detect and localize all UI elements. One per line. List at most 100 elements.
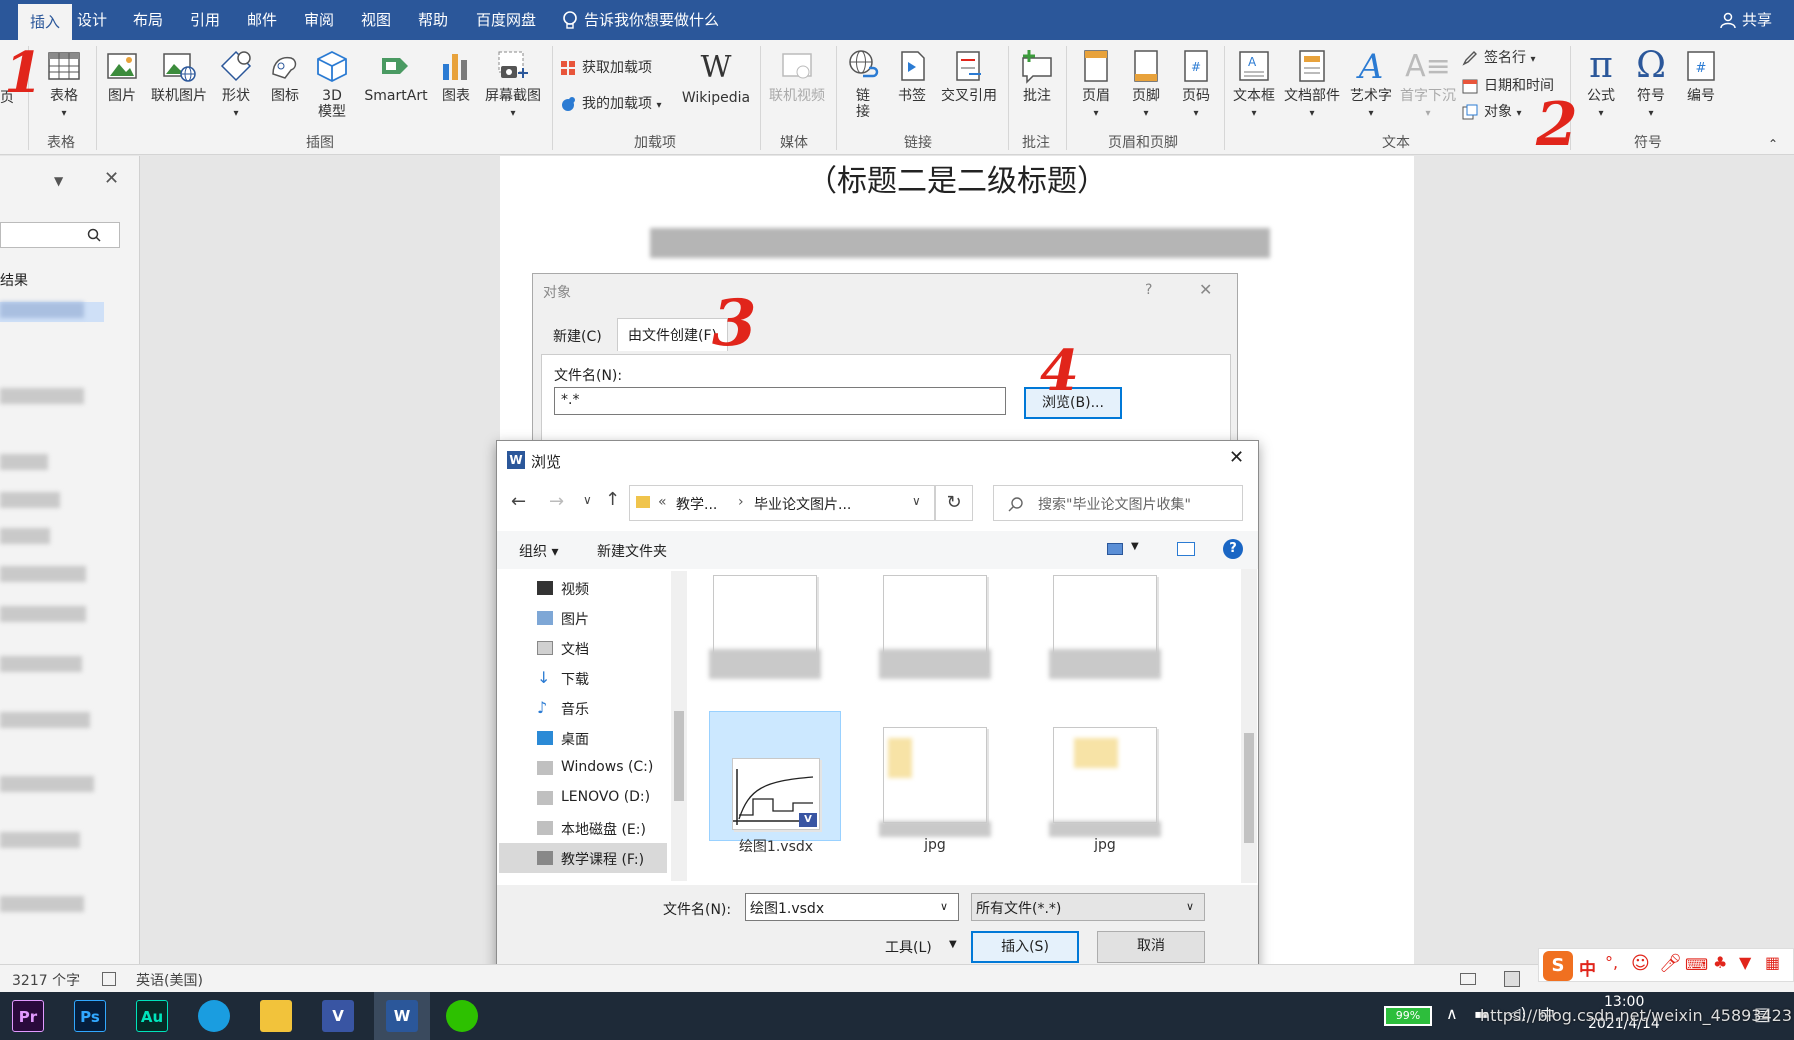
nav-search-input[interactable] [0, 222, 120, 248]
shapes-button[interactable]: 形状 ▾ [214, 48, 258, 122]
get-addins-button[interactable]: 获取加载项 [560, 58, 652, 78]
ime-chinese-mode[interactable]: 中 [1579, 955, 1596, 980]
tree-item-documents[interactable]: 文档 [561, 639, 589, 659]
address-bar[interactable]: « 教学... › 毕业论文图片... ∨ [629, 485, 935, 521]
organize-button[interactable]: 组织 ▾ [519, 541, 558, 561]
browse-close-button[interactable]: ✕ [1229, 447, 1244, 468]
taskbar-edge-icon[interactable] [198, 1000, 230, 1032]
refresh-icon[interactable]: ↻ [935, 485, 973, 521]
online-video-button[interactable]: 联机视频 [764, 48, 830, 104]
3d-models-button[interactable]: 3D 模型 [312, 48, 352, 120]
forward-arrow-icon[interactable]: → [549, 491, 564, 512]
file-item[interactable]: jpg [1039, 711, 1171, 853]
file-type-chevron-down-icon[interactable]: ∨ [1186, 900, 1194, 913]
header-button[interactable]: 页眉 ▾ [1076, 48, 1116, 122]
screenshot-button[interactable]: 屏幕截图 ▾ [480, 48, 546, 122]
tree-item-desktop[interactable]: 桌面 [561, 729, 589, 749]
bookmark-button[interactable]: 书签 [892, 48, 932, 104]
ime-grid-icon[interactable]: ▦ [1765, 953, 1780, 972]
view-options-icon[interactable] [1107, 543, 1123, 555]
icons-button[interactable]: 图标 [264, 48, 306, 104]
battery-icon[interactable]: 99% [1384, 1006, 1432, 1026]
tab-create-new[interactable]: 新建(C) [543, 320, 612, 352]
collapse-ribbon-chevron-icon[interactable]: ⌃ [1768, 136, 1778, 152]
preview-pane-icon[interactable] [1177, 542, 1195, 556]
taskbar-wechat-icon[interactable] [446, 1000, 478, 1032]
taskbar-premiere-icon[interactable]: Pr [12, 1000, 44, 1032]
picture-button[interactable]: 图片 [102, 48, 142, 104]
tab-help[interactable]: 帮助 [418, 0, 448, 40]
ime-microphone-icon[interactable]: 🎤︎ [1659, 953, 1682, 974]
proofing-icon[interactable] [102, 972, 116, 986]
cross-reference-button[interactable]: 交叉引用 [936, 48, 1002, 104]
path-segment-1[interactable]: 教学... [676, 494, 717, 514]
object-button[interactable]: 对象 ▾ [1462, 102, 1521, 124]
equation-button[interactable]: π 公式 ▾ [1578, 46, 1624, 122]
help-icon[interactable]: ? [1223, 539, 1243, 559]
number-button[interactable]: # 编号 [1680, 48, 1722, 104]
tree-item-drive-c[interactable]: Windows (C:) [561, 759, 653, 775]
wordart-button[interactable]: A 艺术字 ▾ [1346, 48, 1396, 122]
tab-mailings[interactable]: 邮件 [247, 0, 277, 40]
file-item[interactable] [699, 569, 831, 699]
help-button[interactable]: ? [1145, 282, 1152, 298]
taskbar-word-icon[interactable]: W [386, 1000, 418, 1032]
tree-item-downloads[interactable]: 下载 [561, 669, 589, 689]
textbox-button[interactable]: A 文本框 ▾ [1230, 48, 1278, 122]
comment-button[interactable]: 批注 [1016, 48, 1058, 104]
cancel-button[interactable]: 取消 [1097, 931, 1205, 963]
pane-options-chevron-down-icon[interactable]: ▼ [54, 174, 63, 188]
ime-toolbar[interactable]: S 中 °, ☺ 🎤︎ ⌨ ♣ ▼ ▦ [1538, 948, 1794, 982]
new-folder-button[interactable]: 新建文件夹 [597, 541, 667, 561]
tools-button[interactable]: 工具(L) [885, 937, 932, 957]
ime-punctuation-icon[interactable]: °, [1605, 953, 1618, 972]
table-button[interactable]: 表格 ▾ [40, 48, 88, 122]
tools-dropdown-chevron-down-icon[interactable]: ▼ [949, 939, 957, 950]
file-item[interactable] [1039, 569, 1171, 699]
print-layout-icon[interactable] [1504, 971, 1520, 987]
link-button[interactable]: 链接 [842, 48, 884, 120]
read-mode-icon[interactable] [1460, 973, 1476, 985]
tab-design[interactable]: 设计 [77, 0, 107, 40]
quick-parts-button[interactable]: 文档部件 ▾ [1280, 48, 1344, 122]
tree-scrollbar[interactable] [671, 571, 687, 881]
ime-emoji-icon[interactable]: ☺ [1631, 953, 1650, 974]
tab-view[interactable]: 视图 [361, 0, 391, 40]
tab-baidu-netdisk[interactable]: 百度网盘 [476, 0, 536, 40]
tree-scrollbar-thumb[interactable] [674, 711, 684, 801]
tell-me-search[interactable]: 告诉我你想要做什么 [560, 0, 719, 40]
file-list-scrollbar-thumb[interactable] [1244, 733, 1254, 843]
tab-insert[interactable]: 插入 [18, 4, 73, 40]
recent-locations-chevron-down-icon[interactable]: ∨ [583, 493, 592, 507]
tab-layout[interactable]: 布局 [133, 0, 163, 40]
file-item-selected[interactable]: V 绘图1.vsdx [709, 711, 841, 855]
up-arrow-icon[interactable]: ↑ [605, 489, 620, 510]
drop-cap-button[interactable]: A≡ 首字下沉 ▾ [1396, 48, 1460, 122]
tree-item-music[interactable]: 音乐 [561, 699, 589, 719]
wikipedia-button[interactable]: W Wikipedia [678, 50, 754, 106]
symbol-button[interactable]: Ω 符号 ▾ [1628, 46, 1674, 122]
file-item[interactable] [869, 569, 1001, 699]
insert-button[interactable]: 插入(S) [971, 931, 1079, 963]
tree-item-drive-f[interactable]: 教学课程 (F:) [561, 849, 644, 869]
smartart-button[interactable]: SmartArt [360, 48, 432, 104]
tab-references[interactable]: 引用 [190, 0, 220, 40]
share-button[interactable]: 共享 [1720, 0, 1772, 40]
tab-review[interactable]: 审阅 [304, 0, 334, 40]
signature-line-button[interactable]: 签名行 ▾ [1462, 48, 1535, 70]
path-segment-2[interactable]: 毕业论文图片... [754, 494, 851, 514]
folder-search-input[interactable]: 搜索"毕业论文图片收集" [993, 485, 1243, 521]
address-dropdown-chevron-down-icon[interactable]: ∨ [912, 494, 921, 508]
chart-button[interactable]: 图表 [436, 48, 476, 104]
show-hidden-icons-chevron-up-icon[interactable]: ∧ [1446, 1004, 1458, 1023]
filename-input[interactable]: 绘图1.vsdx ∨ [745, 893, 959, 921]
back-arrow-icon[interactable]: ← [511, 491, 526, 512]
view-options-chevron-down-icon[interactable]: ▼ [1131, 541, 1139, 552]
tree-item-pictures[interactable]: 图片 [561, 609, 589, 629]
filename-dropdown-chevron-down-icon[interactable]: ∨ [940, 900, 948, 913]
tree-item-videos[interactable]: 视频 [561, 579, 589, 599]
file-type-select[interactable]: 所有文件(*.*) ∨ [971, 893, 1205, 921]
online-picture-button[interactable]: 联机图片 [148, 48, 210, 104]
ime-skin-icon[interactable]: ♣ [1713, 953, 1727, 972]
tree-item-drive-e[interactable]: 本地磁盘 (E:) [561, 819, 646, 839]
